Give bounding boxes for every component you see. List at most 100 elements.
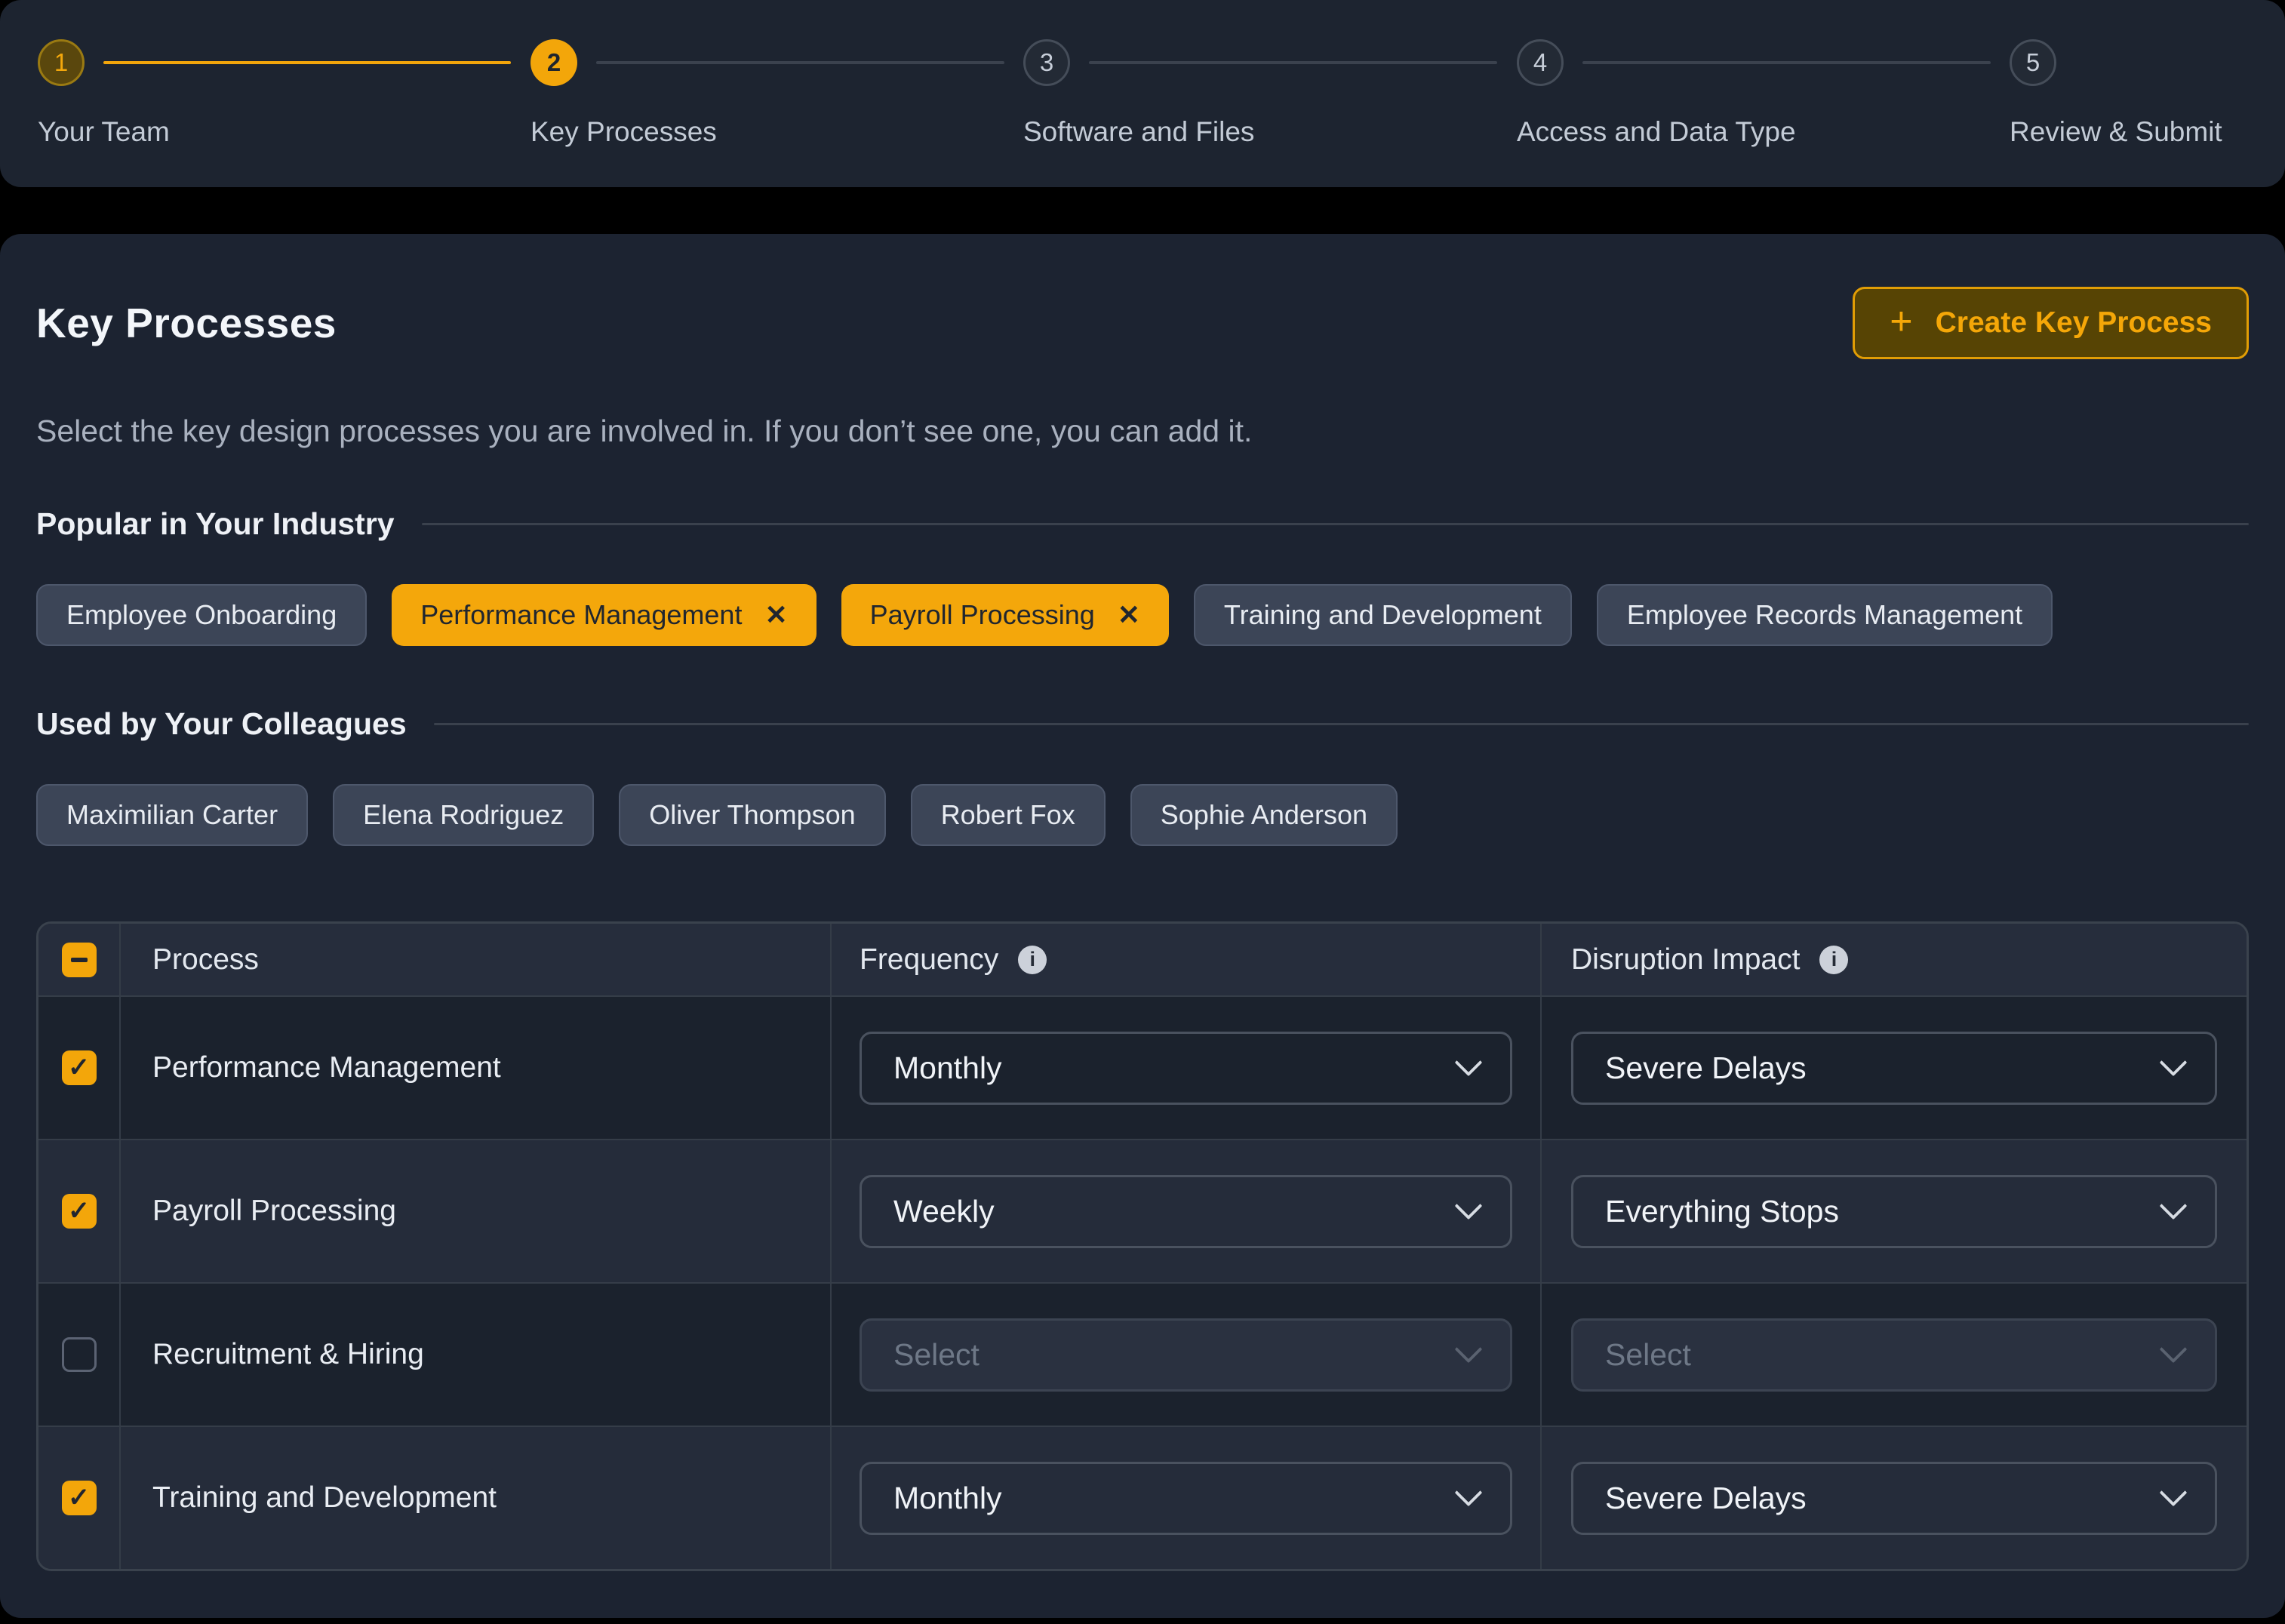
chip-label: Sophie Anderson [1161, 799, 1367, 831]
frequency-select[interactable]: Monthly [860, 1032, 1512, 1105]
remove-chip-icon[interactable]: ✕ [1118, 601, 1140, 629]
step-number-badge: 2 [531, 39, 577, 86]
industry-chips: Employee Onboarding Performance Manageme… [36, 584, 2249, 646]
industry-chip-employee-onboarding[interactable]: Employee Onboarding [36, 584, 367, 646]
step-label: Access and Data Type [1517, 116, 1796, 148]
step-label: Software and Files [1023, 116, 1254, 148]
chip-label: Payroll Processing [870, 599, 1095, 631]
process-cell: Payroll Processing [119, 1140, 830, 1282]
impact-cell: Severe Delays [1540, 1427, 2247, 1569]
impact-select[interactable]: Select [1571, 1318, 2217, 1392]
colleague-chip-robert-fox[interactable]: Robert Fox [911, 784, 1106, 846]
impact-select[interactable]: Severe Delays [1571, 1462, 2217, 1535]
dropdown-placeholder: Select [893, 1337, 980, 1373]
colleague-chip-elena-rodriguez[interactable]: Elena Rodriguez [333, 784, 594, 846]
impact-cell: Everything Stops [1540, 1140, 2247, 1282]
row-checkbox-cell: ✓ [38, 1140, 119, 1282]
industry-section-heading: Popular in Your Industry [36, 506, 395, 542]
chevron-down-icon [1455, 1479, 1483, 1507]
step-key-processes[interactable]: 2 Key Processes [531, 39, 717, 148]
process-cell: Recruitment & Hiring [119, 1284, 830, 1426]
dropdown-value: Weekly [893, 1194, 995, 1229]
column-label: Disruption Impact [1571, 943, 1800, 977]
chevron-down-icon [2160, 1049, 2188, 1077]
title-row: Key Processes + Create Key Process [36, 287, 2249, 359]
key-processes-panel: Key Processes + Create Key Process Selec… [0, 234, 2285, 1618]
impact-select[interactable]: Everything Stops [1571, 1175, 2217, 1248]
chip-label: Elena Rodriguez [363, 799, 564, 831]
colleagues-section-heading: Used by Your Colleagues [36, 706, 407, 742]
chip-label: Robert Fox [941, 799, 1075, 831]
row-checkbox[interactable] [62, 1337, 97, 1372]
frequency-cell: Weekly [830, 1140, 1540, 1282]
row-checkbox-cell: ✓ [38, 997, 119, 1139]
indeterminate-icon [71, 958, 88, 962]
step-label: Key Processes [531, 116, 717, 148]
section-divider [422, 523, 2249, 525]
section-divider [434, 723, 2249, 725]
step-review-submit[interactable]: 5 Review & Submit [2010, 39, 2222, 148]
row-checkbox[interactable]: ✓ [62, 1050, 97, 1085]
dropdown-value: Everything Stops [1605, 1194, 1839, 1229]
table-row-recruitment-hiring: Recruitment & Hiring Select Select [38, 1282, 2247, 1426]
remove-chip-icon[interactable]: ✕ [764, 601, 787, 629]
info-icon[interactable]: i [1018, 946, 1047, 974]
select-all-checkbox[interactable] [62, 943, 97, 977]
colleague-chip-sophie-anderson[interactable]: Sophie Anderson [1130, 784, 1398, 846]
dropdown-value: Monthly [893, 1481, 1002, 1516]
impact-cell: Severe Delays [1540, 997, 2247, 1139]
colleague-chip-maximilian-carter[interactable]: Maximilian Carter [36, 784, 308, 846]
step-software-and-files[interactable]: 3 Software and Files [1023, 39, 1254, 148]
page-subtitle: Select the key design processes you are … [36, 414, 2249, 449]
chip-label: Performance Management [420, 599, 742, 631]
select-all-cell [38, 924, 119, 995]
check-icon: ✓ [68, 1196, 90, 1226]
process-column-header: Process [119, 924, 830, 995]
process-name: Recruitment & Hiring [152, 1338, 424, 1371]
chip-label: Training and Development [1224, 599, 1542, 631]
row-checkbox[interactable]: ✓ [62, 1481, 97, 1515]
column-label: Process [152, 943, 259, 977]
step-number-badge: 1 [38, 39, 85, 86]
step-your-team[interactable]: 1 Your Team [38, 39, 170, 148]
chevron-down-icon [2160, 1336, 2188, 1364]
process-name: Performance Management [152, 1051, 501, 1084]
step-number-badge: 5 [2010, 39, 2056, 86]
process-name: Training and Development [152, 1481, 497, 1515]
info-icon[interactable]: i [1819, 946, 1848, 974]
industry-chip-performance-management[interactable]: Performance Management ✕ [392, 584, 816, 646]
process-name: Payroll Processing [152, 1195, 396, 1228]
frequency-column-header: Frequency i [830, 924, 1540, 995]
chevron-down-icon [1455, 1192, 1483, 1220]
industry-chip-payroll-processing[interactable]: Payroll Processing ✕ [841, 584, 1169, 646]
plus-icon: + [1890, 302, 1912, 341]
frequency-select[interactable]: Select [860, 1318, 1512, 1392]
create-key-process-label: Create Key Process [1936, 306, 2212, 340]
table-row-training-and-development: ✓ Training and Development Monthly Sever… [38, 1426, 2247, 1569]
step-label: Your Team [38, 116, 170, 148]
frequency-select[interactable]: Monthly [860, 1462, 1512, 1535]
colleague-chip-oliver-thompson[interactable]: Oliver Thompson [619, 784, 885, 846]
impact-cell: Select [1540, 1284, 2247, 1426]
chevron-down-icon [2160, 1192, 2188, 1220]
page-title: Key Processes [36, 299, 337, 347]
industry-chip-employee-records-management[interactable]: Employee Records Management [1597, 584, 2053, 646]
table-row-performance-management: ✓ Performance Management Monthly Severe … [38, 995, 2247, 1139]
row-checkbox[interactable]: ✓ [62, 1194, 97, 1229]
chevron-down-icon [1455, 1336, 1483, 1364]
column-label: Frequency [860, 943, 998, 977]
dropdown-value: Monthly [893, 1050, 1002, 1086]
dropdown-value: Severe Delays [1605, 1050, 1807, 1086]
step-label: Review & Submit [2010, 116, 2222, 148]
step-number-badge: 3 [1023, 39, 1070, 86]
process-cell: Training and Development [119, 1427, 830, 1569]
step-access-and-data-type[interactable]: 4 Access and Data Type [1517, 39, 1796, 148]
frequency-cell: Monthly [830, 1427, 1540, 1569]
check-icon: ✓ [68, 1483, 90, 1513]
create-key-process-button[interactable]: + Create Key Process [1853, 287, 2249, 359]
frequency-select[interactable]: Weekly [860, 1175, 1512, 1248]
impact-select[interactable]: Severe Delays [1571, 1032, 2217, 1105]
frequency-cell: Select [830, 1284, 1540, 1426]
industry-chip-training-and-development[interactable]: Training and Development [1194, 584, 1572, 646]
dropdown-value: Severe Delays [1605, 1481, 1807, 1516]
